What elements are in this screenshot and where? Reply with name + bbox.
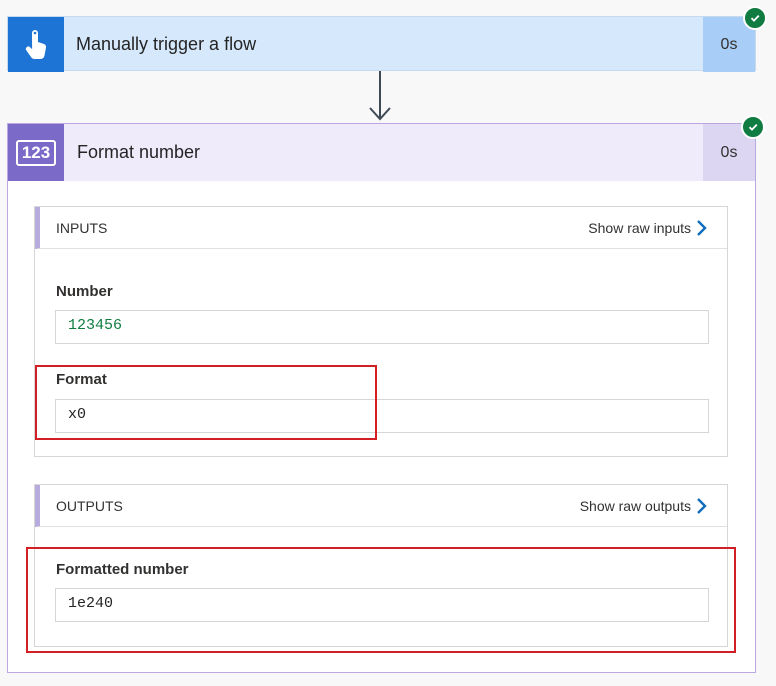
number-field-label: Number [56, 283, 113, 300]
formatted-number-field-label: Formatted number [56, 561, 189, 578]
outputs-section: OUTPUTS Show raw outputs Formatted numbe… [34, 484, 728, 647]
trigger-icon-box [8, 17, 64, 72]
action-success-check-icon [741, 115, 765, 139]
inputs-label: INPUTS [56, 220, 108, 236]
trigger-card[interactable]: Manually trigger a flow 0s [7, 16, 756, 72]
action-title: Format number [77, 142, 201, 162]
show-raw-inputs-link[interactable]: Show raw inputs [588, 207, 691, 249]
outputs-header: OUTPUTS Show raw outputs [35, 485, 727, 527]
number-field-value: 123456 [55, 310, 709, 344]
format-number-card[interactable]: 123 Format number 0s INPUTS Show raw inp… [7, 123, 756, 673]
number-format-icon: 123 [16, 139, 56, 166]
action-icon-box: 123 [8, 124, 64, 181]
chevron-right-icon[interactable] [695, 498, 707, 514]
chevron-right-icon[interactable] [695, 220, 707, 236]
action-header[interactable]: 123 Format number 0s [8, 124, 755, 181]
inputs-header: INPUTS Show raw inputs [35, 207, 727, 249]
trigger-title: Manually trigger a flow [76, 34, 257, 54]
formatted-number-field-value: 1e240 [55, 588, 709, 622]
format-field-value: x0 [55, 399, 709, 433]
outputs-label: OUTPUTS [56, 498, 123, 514]
connector-arrow-icon [369, 71, 391, 121]
show-raw-outputs-link[interactable]: Show raw outputs [580, 485, 691, 527]
trigger-success-check-icon [743, 6, 767, 30]
format-field-label: Format [56, 371, 107, 388]
inputs-section: INPUTS Show raw inputs Number 123456 For… [34, 206, 728, 457]
touch-hand-icon [25, 29, 47, 59]
